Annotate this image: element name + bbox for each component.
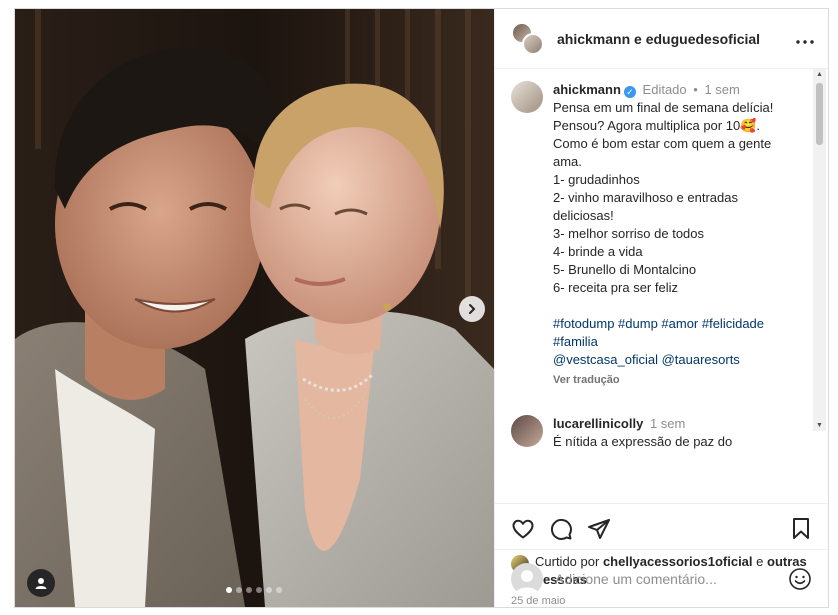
comment-input[interactable]: Adicione um comentário... — [555, 571, 776, 587]
caption-time[interactable]: 1 sem — [704, 82, 739, 97]
add-comment-bar: Adicione um comentário... — [495, 549, 828, 607]
more-horizontal-icon — [796, 40, 814, 44]
post-photo[interactable] — [15, 9, 494, 607]
post-details-panel: ahickmann e eduguedesoficial ahickmann ✓ … — [494, 9, 828, 607]
caption-line: ama. — [553, 154, 582, 169]
action-bar — [495, 503, 828, 553]
post-dialog: ahickmann e eduguedesoficial ahickmann ✓ … — [14, 8, 829, 608]
caption-line: Pensou? Agora multiplica por 10🥰. — [553, 118, 760, 133]
carousel-dot — [276, 587, 282, 593]
avatar[interactable] — [511, 81, 543, 113]
caption-line: Como é bom estar com quem a gente — [553, 136, 772, 151]
mentions[interactable]: @vestcasa_oficial @tauaresorts — [553, 351, 798, 369]
scroll-down-icon[interactable]: ▼ — [816, 422, 823, 429]
comment-body: lucarellinicolly 1 sem É nítida a expres… — [553, 415, 732, 451]
comment-text: É nítida a expressão de paz do — [553, 434, 733, 449]
scroll-up-icon[interactable]: ▲ — [816, 71, 823, 78]
caption-line: 6- receita pra ser feliz — [553, 280, 678, 295]
meta-separator: • — [693, 82, 698, 97]
caption-line: 2- vinho maravilhoso e entradas — [553, 190, 738, 205]
emoji-smile-icon — [789, 567, 811, 590]
verified-badge-icon: ✓ — [623, 86, 636, 98]
default-avatar-icon — [515, 569, 539, 595]
avatar — [522, 32, 544, 55]
comments-list[interactable]: ahickmann ✓ Editado • 1 sem Pensa em um f… — [495, 69, 828, 503]
comment-button[interactable] — [549, 517, 573, 541]
more-options-button[interactable] — [796, 28, 814, 49]
carousel-next-button[interactable] — [459, 296, 485, 322]
caption: ahickmann ✓ Editado • 1 sem Pensa em um f… — [511, 81, 808, 389]
comment-item: lucarellinicolly 1 sem É nítida a expres… — [511, 415, 808, 451]
caption-line: 3- melhor sorriso de todos — [553, 226, 705, 241]
chevron-right-icon — [469, 304, 476, 314]
scrollbar-thumb[interactable] — [816, 83, 823, 145]
caption-line: deliciosas! — [553, 208, 614, 223]
see-translation-link[interactable]: Ver tradução — [553, 371, 798, 389]
collab-avatars[interactable] — [511, 21, 545, 56]
carousel-dot — [246, 587, 252, 593]
emoji-button[interactable] — [788, 567, 812, 591]
caption-line: 4- brinde a vida — [553, 244, 643, 259]
comment-username[interactable]: lucarellinicolly — [553, 416, 643, 431]
caption-body: ahickmann ✓ Editado • 1 sem Pensa em um f… — [553, 81, 798, 389]
carousel-dot — [236, 587, 242, 593]
user-tag-icon — [35, 578, 47, 589]
comments-scrollbar[interactable]: ▲ ▼ — [813, 69, 826, 431]
caption-line: Pensa em um final de semana delícia! — [553, 100, 774, 115]
heart-icon — [512, 519, 534, 538]
caption-line: 5- Brunello di Montalcino — [553, 262, 697, 277]
hashtags[interactable]: #fotodump #dump #amor #felicidade — [553, 315, 798, 333]
carousel-dot — [266, 587, 272, 593]
user-tags-button[interactable] — [27, 569, 55, 597]
send-icon — [588, 518, 610, 539]
carousel-dot — [226, 587, 232, 593]
comment-time[interactable]: 1 sem — [650, 416, 685, 431]
caption-line: 1- grudadinhos — [553, 172, 640, 187]
avatar[interactable] — [511, 415, 543, 447]
caption-username[interactable]: ahickmann — [553, 82, 621, 97]
carousel-dot — [256, 587, 262, 593]
post-header: ahickmann e eduguedesoficial — [495, 9, 828, 69]
like-button[interactable] — [511, 517, 535, 541]
bookmark-icon — [793, 517, 809, 539]
carousel-indicator — [226, 587, 282, 593]
share-button[interactable] — [587, 517, 611, 541]
comment-icon — [550, 518, 572, 540]
hashtags[interactable]: #familia — [553, 333, 798, 351]
avatar — [511, 562, 543, 595]
save-button[interactable] — [790, 517, 812, 541]
edited-label: Editado — [642, 82, 687, 97]
selfie-photo-image — [15, 9, 494, 607]
post-authors[interactable]: ahickmann e eduguedesoficial — [557, 31, 796, 47]
